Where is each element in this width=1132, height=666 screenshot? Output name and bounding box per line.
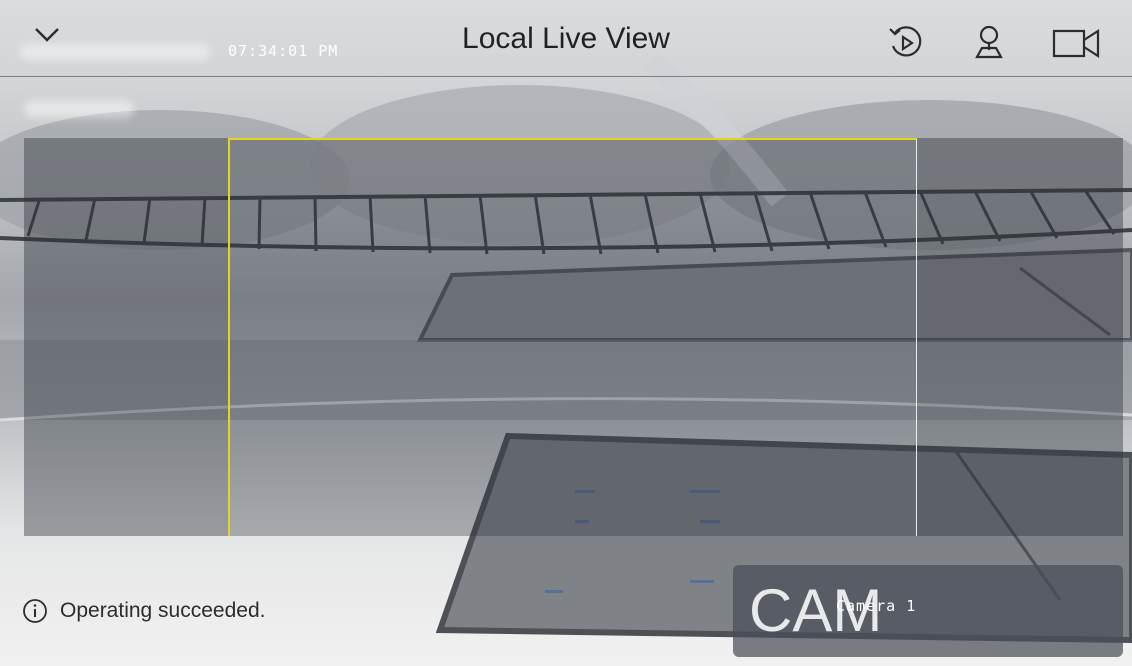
status-text: Operating succeeded. — [60, 599, 266, 622]
top-bar: 07:34:01 PM Local Live View — [0, 0, 1132, 77]
info-icon — [23, 599, 47, 623]
status-message: Operating succeeded. — [22, 598, 265, 624]
osd-blurred-label — [24, 100, 134, 118]
camera-channel-card[interactable]: CAM Camera 1 — [733, 565, 1123, 657]
roi-mask-right — [917, 138, 1123, 536]
region-of-interest-frame[interactable] — [228, 138, 917, 536]
playback-icon[interactable] — [887, 24, 925, 62]
video-camera-icon[interactable] — [1052, 28, 1102, 60]
roi-mask-left — [24, 138, 228, 536]
camera-name: Camera 1 — [836, 597, 917, 615]
user-location-icon[interactable] — [969, 22, 1009, 62]
page-title: Local Live View — [462, 22, 670, 55]
